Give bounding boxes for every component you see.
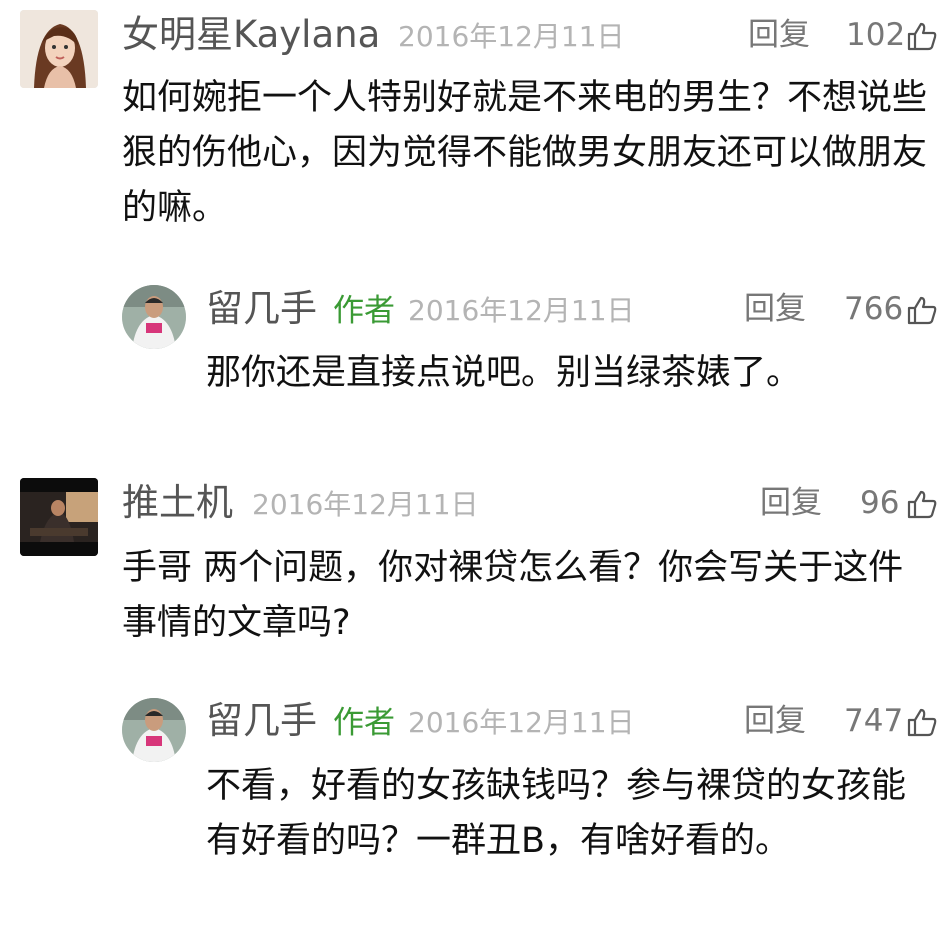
reply-button[interactable]: 回复 — [744, 694, 806, 748]
comment-date: 2016年12月11日 — [252, 488, 479, 521]
comment-text: 手哥 两个问题，你对裸贷怎么看？你会写关于这件事情的文章吗? — [122, 548, 904, 643]
comment-item: 推土机 2016年12月11日 回复 96 手哥 两个问题，你对裸贷怎么看？你会… — [0, 0, 940, 925]
like-count: 747 — [844, 703, 904, 739]
reply-author-name[interactable]: 留几手 — [206, 694, 317, 748]
author-badge: 作者 — [333, 705, 395, 741]
reply-button[interactable]: 回复 — [760, 476, 822, 530]
reply-date: 2016年12月11日 — [408, 706, 635, 739]
thumbs-up-icon[interactable] — [906, 488, 938, 520]
thumbs-up-icon[interactable] — [906, 706, 938, 738]
reply-text: 不看，好看的女孩缺钱吗？参与裸贷的女孩能有好看的吗？一群丑B，有啥好看的。 — [206, 766, 907, 861]
like-count: 96 — [860, 485, 900, 521]
comment-author-name[interactable]: 推土机 — [122, 476, 233, 530]
